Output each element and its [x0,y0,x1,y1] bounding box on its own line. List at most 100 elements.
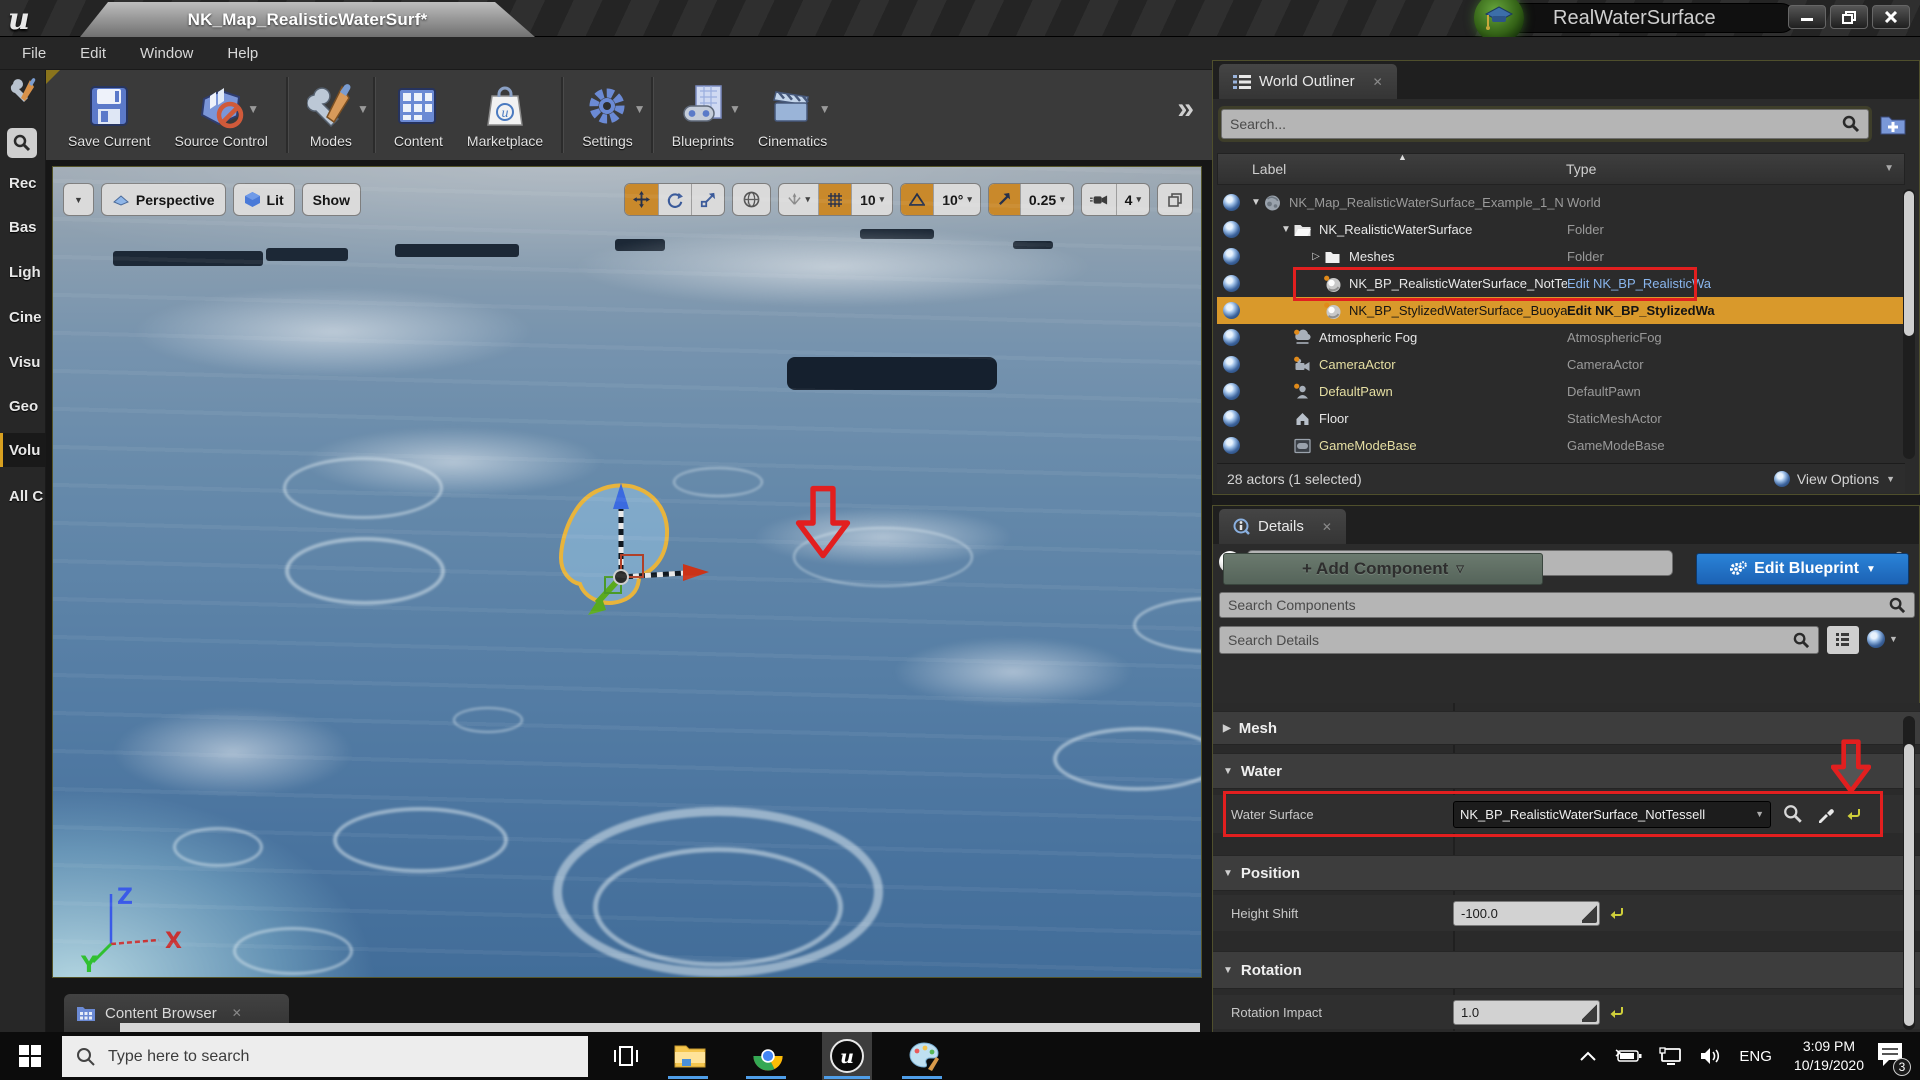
section-water[interactable]: ▼Water [1213,753,1920,789]
column-type[interactable]: Type [1566,161,1596,177]
height-shift-input[interactable]: -100.0 [1453,901,1600,926]
toolbar-button-marketplace[interactable]: u Marketplace [455,73,555,157]
visibility-eye-icon[interactable] [1223,410,1240,427]
modes-search-icon[interactable] [7,128,37,158]
visibility-eye-icon[interactable] [1223,383,1240,400]
expand-arrow-icon[interactable]: ▷ [1309,251,1323,262]
expand-arrow-icon[interactable]: ▼ [1249,197,1263,208]
task-view-button[interactable] [608,1038,644,1074]
visibility-eye-icon[interactable] [1223,302,1240,319]
row-type[interactable]: Edit NK_BP_StylizedWa [1567,303,1905,318]
gizmo-x-arrow[interactable] [683,564,709,581]
modes-category-ligh[interactable]: Ligh [0,255,46,289]
toolbar-button-source-control[interactable]: ▼ Source Control [162,73,279,157]
reset-icon[interactable] [1610,1005,1624,1019]
visibility-eye-icon[interactable] [1223,194,1240,211]
add-component-button[interactable]: + Add Component▽ [1223,553,1543,585]
toolbar-button-save-current[interactable]: Save Current [56,73,162,157]
visibility-eye-icon[interactable] [1223,248,1240,265]
taskbar-paint3d-icon[interactable] [906,1038,942,1074]
type-filter-icon[interactable]: ▼ [1884,163,1894,174]
outliner-scrollbar[interactable] [1903,189,1915,459]
toolbar-button-settings[interactable]: ▼ Settings [570,73,645,157]
gizmo-y-arrow[interactable] [588,595,606,615]
angle-snap-value[interactable]: 10°▾ [933,184,980,215]
toolbar-button-content[interactable]: Content [382,73,455,157]
search-details-input[interactable]: Search Details [1219,626,1819,654]
menu-item-window[interactable]: Window [140,45,193,62]
gizmo-z-arrow[interactable] [613,483,629,509]
scale-snap-value[interactable]: 0.25▾ [1020,184,1073,215]
camera-speed-button[interactable] [1082,184,1116,215]
expand-arrow-icon[interactable]: ▼ [1279,224,1293,235]
scale-tool-button[interactable] [691,184,724,215]
visibility-eye-icon[interactable] [1223,437,1240,454]
taskbar-file-explorer-icon[interactable] [672,1038,708,1074]
maximize-viewport-button[interactable] [1157,183,1193,216]
chevron-down-icon[interactable]: ▼ [357,102,369,116]
toolbar-overflow-chevron[interactable]: » [1177,92,1194,126]
tray-chevron-icon[interactable] [1579,1050,1597,1062]
outliner-row-nk-map-realisticwatersurface-example-1-n[interactable]: ▼ NK_Map_RealisticWaterSurface_Example_1… [1217,189,1905,216]
chevron-down-icon[interactable]: ▼ [729,102,741,116]
speaker-icon[interactable] [1699,1047,1721,1065]
modes-category-rec[interactable]: Rec [0,166,46,200]
notification-center-button[interactable]: 3 [1876,1041,1904,1072]
place-actors-icon[interactable] [8,76,38,111]
menu-item-file[interactable]: File [22,45,46,62]
content-browser-close-icon[interactable]: ✕ [232,1006,242,1020]
level-tab[interactable]: NK_Map_RealisticWaterSurf* [80,2,535,37]
chevron-down-icon[interactable]: ▼ [819,102,831,116]
viewport-scene[interactable]: ▼ Perspective Lit Show ▾ 10▾ 10°▾ 0.25▾ … [52,166,1202,978]
modes-category-all-c[interactable]: All C [0,479,46,513]
value-spinner-icon[interactable] [1582,1003,1597,1022]
taskbar-search-input[interactable]: Type here to search [62,1036,588,1077]
modes-category-volu[interactable]: Volu [0,433,46,467]
surface-snap-button[interactable]: ▾ [779,184,819,215]
visibility-eye-icon[interactable] [1223,221,1240,238]
outliner-row-defaultpawn[interactable]: DefaultPawn DefaultPawn [1217,378,1905,405]
lit-mode-button[interactable]: Lit [233,183,295,216]
section-mesh[interactable]: ▶Mesh [1213,711,1920,745]
grid-snap-toggle[interactable] [818,184,851,215]
reset-icon[interactable] [1610,906,1624,920]
angle-snap-toggle[interactable] [901,184,933,215]
modes-category-geo[interactable]: Geo [0,389,46,423]
grid-snap-value[interactable]: 10▾ [851,184,892,215]
outliner-row-nk-realisticwatersurface[interactable]: ▼ NK_RealisticWaterSurface Folder [1217,216,1905,243]
modes-category-visu[interactable]: Visu [0,345,46,379]
close-button[interactable] [1872,5,1910,29]
battery-icon[interactable] [1615,1048,1643,1064]
search-components-input[interactable]: Search Components [1219,592,1915,618]
toolbar-button-cinematics[interactable]: ▼ Cinematics [746,73,839,157]
chevron-down-icon[interactable]: ▼ [247,102,259,116]
toolbar-button-blueprints[interactable]: ▼ Blueprints [660,73,746,157]
rotate-tool-button[interactable] [658,184,691,215]
clock[interactable]: 3:09 PM 10/19/2020 [1794,1037,1864,1075]
camera-speed-value[interactable]: 4▾ [1116,184,1149,215]
visibility-eye-icon[interactable] [1223,329,1240,346]
rotation-impact-input[interactable]: 1.0 [1453,1000,1600,1025]
outliner-row-floor[interactable]: Floor StaticMeshActor [1217,405,1905,432]
value-spinner-icon[interactable] [1582,904,1597,923]
outliner-close-icon[interactable]: ✕ [1373,75,1383,89]
move-tool-button[interactable] [625,184,658,215]
section-rotation[interactable]: ▼Rotation [1213,951,1920,989]
scale-snap-toggle[interactable] [989,184,1020,215]
tab-details[interactable]: Details ✕ [1219,509,1346,544]
restore-button[interactable] [1830,5,1868,29]
details-close-icon[interactable]: ✕ [1322,520,1332,534]
visibility-eye-icon[interactable] [1223,275,1240,292]
start-button[interactable] [12,1038,48,1074]
world-space-button[interactable] [732,183,771,216]
sort-asc-icon[interactable]: ▲ [1398,152,1407,162]
outliner-search-input[interactable]: Search... [1221,109,1869,139]
menu-item-help[interactable]: Help [227,45,258,62]
viewport-options-button[interactable]: ▼ [63,183,94,216]
details-scrollbar[interactable] [1903,716,1915,1030]
outliner-row-gamemodebase[interactable]: GameModeBase GameModeBase [1217,432,1905,459]
outliner-row-nk-bp-stylizedwatersurface-buoyancy[interactable]: NK_BP_StylizedWaterSurface_Buoyancy Edit… [1217,297,1905,324]
minimize-button[interactable] [1788,5,1826,29]
view-filter-button[interactable]: ▼ [1867,630,1898,648]
show-menu-button[interactable]: Show [302,183,361,216]
